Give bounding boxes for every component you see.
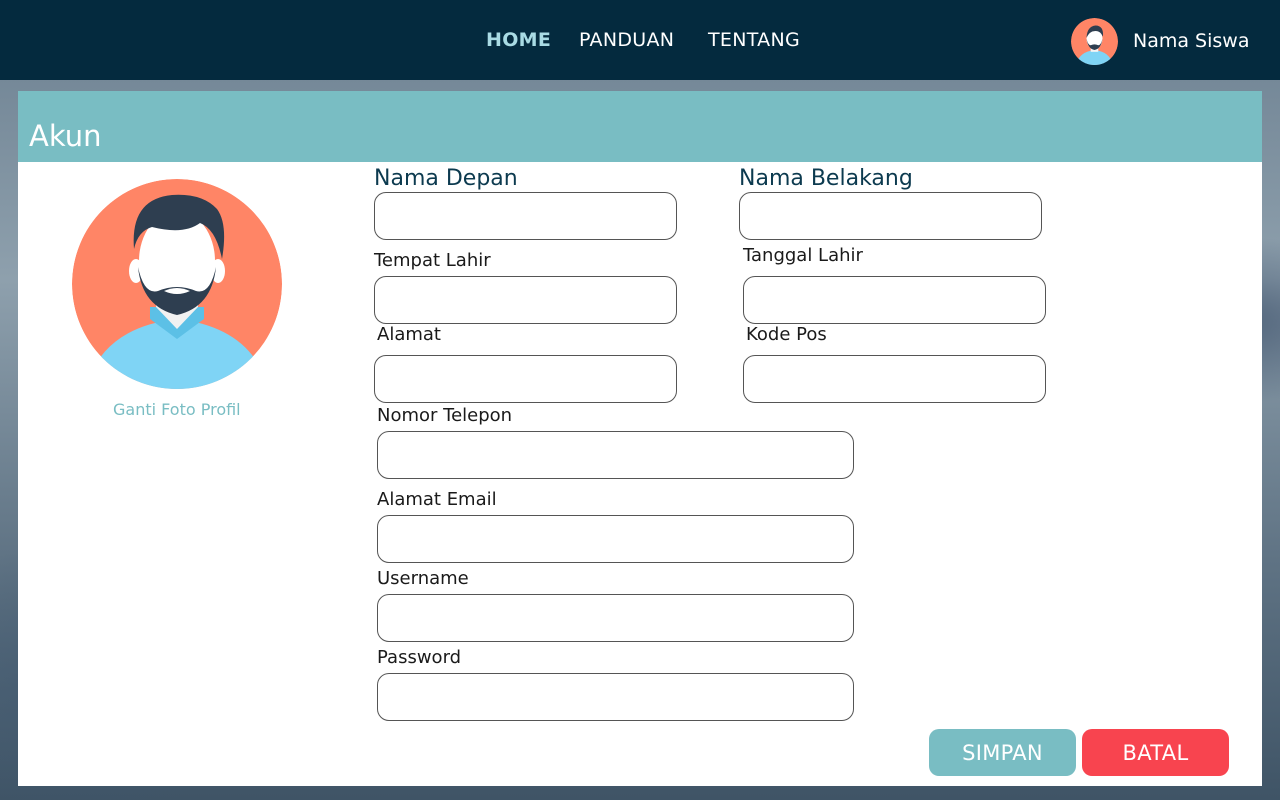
postal-code-field[interactable] (743, 355, 1046, 403)
last-name-label: Nama Belakang (739, 166, 913, 191)
address-field[interactable] (374, 355, 677, 403)
email-field[interactable] (377, 515, 854, 563)
nav-home-link[interactable]: HOME (486, 29, 551, 51)
account-card: Akun Ganti Foto Profil Nama Depan Nama B… (18, 91, 1262, 786)
phone-label: Nomor Telepon (377, 405, 513, 426)
first-name-label: Nama Depan (374, 166, 518, 191)
password-label: Password (377, 647, 462, 668)
change-photo-link[interactable]: Ganti Foto Profil (113, 400, 241, 419)
password-field[interactable] (377, 673, 854, 721)
last-name-field[interactable] (739, 192, 1042, 240)
username-field[interactable] (377, 594, 854, 642)
save-button[interactable]: SIMPAN (929, 729, 1076, 776)
user-menu[interactable]: Nama Siswa (1071, 17, 1249, 65)
birth-place-label: Tempat Lahir (374, 250, 491, 271)
birth-date-field[interactable] (743, 276, 1046, 324)
address-label: Alamat (377, 324, 441, 345)
male-profile-avatar-icon (72, 179, 282, 389)
card-header: Akun (18, 91, 1262, 162)
phone-field[interactable] (377, 431, 854, 479)
top-navbar: HOME PANDUAN TENTANG Nama Siswa (0, 0, 1280, 80)
user-name: Nama Siswa (1133, 30, 1250, 52)
cancel-button[interactable]: BATAL (1082, 729, 1229, 776)
first-name-field[interactable] (374, 192, 677, 240)
nav-panduan-link[interactable]: PANDUAN (579, 29, 674, 51)
birth-place-field[interactable] (374, 276, 677, 324)
nav-tentang-link[interactable]: TENTANG (708, 29, 800, 51)
user-avatar-icon (1071, 17, 1118, 65)
postal-code-label: Kode Pos (746, 324, 827, 345)
birth-date-label: Tanggal Lahir (743, 245, 863, 266)
email-label: Alamat Email (377, 489, 497, 510)
page-title: Akun (29, 119, 102, 153)
username-label: Username (377, 568, 469, 589)
